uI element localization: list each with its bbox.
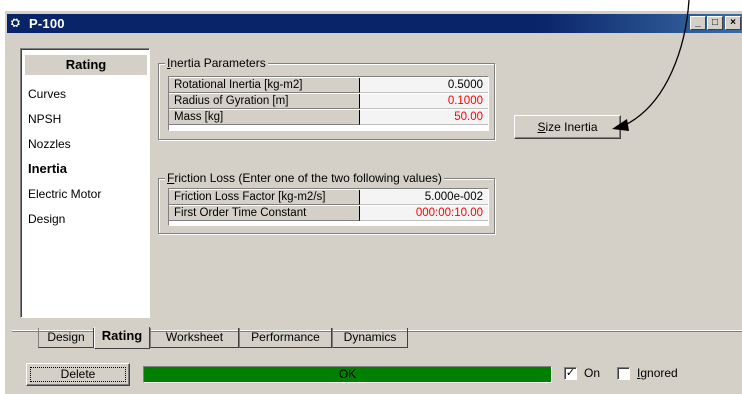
nav-item-electric-motor[interactable]: Electric Motor (28, 187, 101, 201)
nav-header: Rating (25, 55, 147, 75)
minimize-button[interactable]: _ (690, 16, 706, 30)
table-row: Rotational Inertia [kg-m2] 0.5000 (169, 78, 488, 93)
ignored-checkbox[interactable] (617, 367, 630, 380)
delete-button[interactable]: Delete (26, 363, 130, 386)
mass-label: Mass [kg] (169, 110, 360, 125)
radius-of-gyration-label: Radius of Gyration [m] (169, 94, 360, 109)
tab-worksheet[interactable]: Worksheet (150, 328, 239, 348)
friction-loss-factor-label: Friction Loss Factor [kg-m2/s] (169, 190, 360, 205)
nav-item-nozzles[interactable]: Nozzles (28, 137, 71, 151)
table-row: First Order Time Constant 000:00:10.00 (169, 206, 488, 221)
status-bar: OK (143, 366, 552, 383)
nav-item-inertia[interactable]: Inertia (28, 161, 67, 176)
rating-page-list: Rating Curves NPSH Nozzles Inertia Elect… (20, 48, 150, 318)
inertia-parameters-group: Inertia Parameters Rotational Inertia [k… (158, 56, 495, 140)
on-checkbox[interactable]: ✓ (564, 367, 577, 380)
first-order-time-constant-value[interactable]: 000:00:10.00 (360, 206, 488, 221)
close-button[interactable]: × (725, 16, 741, 30)
tab-performance[interactable]: Performance (239, 328, 332, 348)
first-order-time-constant-label: First Order Time Constant (169, 206, 360, 221)
friction-loss-title: Friction Loss (Enter one of the two foll… (165, 171, 444, 185)
friction-grid: Friction Loss Factor [kg-m2/s] 5.000e-00… (168, 188, 489, 226)
mass-value[interactable]: 50.00 (360, 110, 488, 125)
inertia-grid: Rotational Inertia [kg-m2] 0.5000 Radius… (168, 76, 489, 131)
pump-icon: ⛭ (11, 17, 20, 29)
table-row: Mass [kg] 50.00 (169, 110, 488, 125)
nav-item-npsh[interactable]: NPSH (28, 112, 61, 126)
rotational-inertia-value[interactable]: 0.5000 (360, 78, 488, 93)
table-row: Friction Loss Factor [kg-m2/s] 5.000e-00… (169, 190, 488, 205)
title-bar[interactable]: ⛭ P-100 _ □ × (7, 14, 742, 33)
table-row: Radius of Gyration [m] 0.1000 (169, 94, 488, 109)
ignored-label: Ignored (637, 366, 678, 380)
radius-of-gyration-value[interactable]: 0.1000 (360, 94, 488, 109)
rotational-inertia-label: Rotational Inertia [kg-m2] (169, 78, 360, 93)
friction-loss-factor-value[interactable]: 5.000e-002 (360, 190, 488, 205)
inertia-parameters-title: Inertia Parameters (165, 56, 268, 70)
maximize-button[interactable]: □ (707, 16, 723, 30)
tab-dynamics[interactable]: Dynamics (332, 328, 408, 348)
nav-item-design[interactable]: Design (28, 212, 65, 226)
window-title: P-100 (29, 16, 65, 31)
on-label: On (584, 366, 601, 380)
friction-loss-group: Friction Loss (Enter one of the two foll… (158, 171, 495, 234)
size-inertia-button[interactable]: Size Inertia (514, 115, 621, 139)
nav-item-curves[interactable]: Curves (28, 87, 66, 101)
tab-design[interactable]: Design (38, 328, 94, 348)
tab-rating[interactable]: Rating (94, 327, 150, 349)
